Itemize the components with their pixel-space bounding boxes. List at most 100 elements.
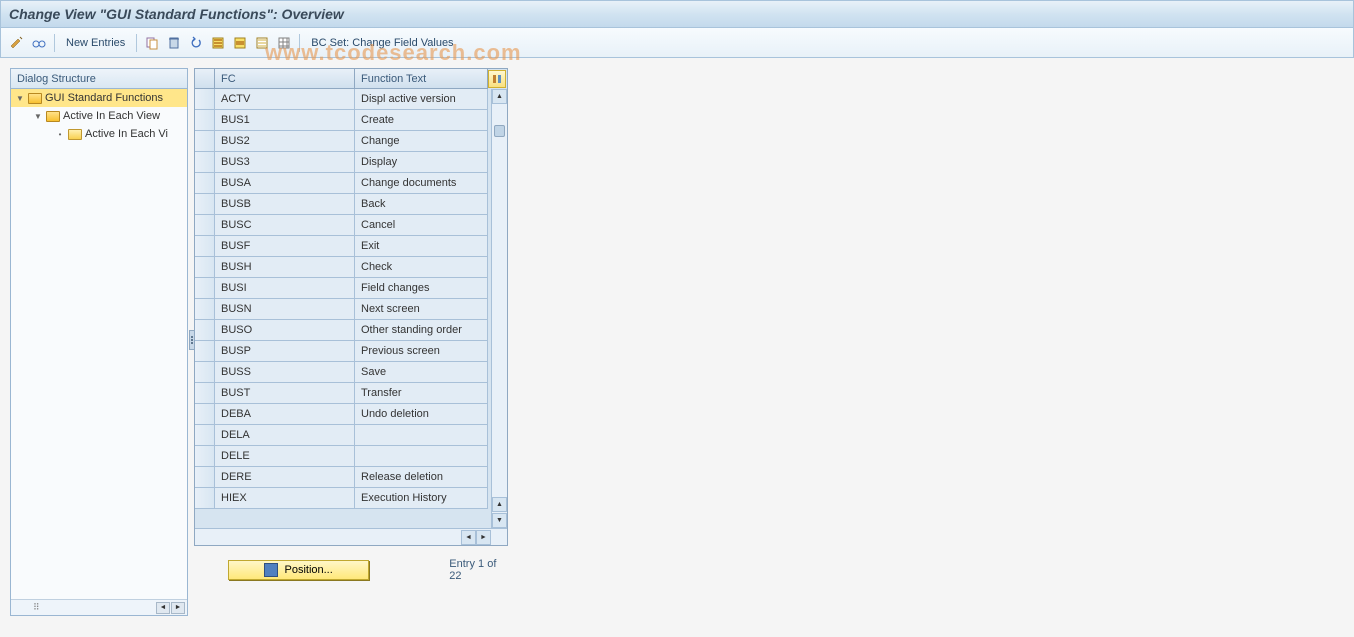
cell-fc[interactable]: BUSI <box>215 278 355 299</box>
cell-fc[interactable]: BUS1 <box>215 110 355 131</box>
row-selector[interactable] <box>195 236 215 257</box>
undo-button[interactable] <box>186 33 206 53</box>
cell-function-text[interactable]: Create <box>355 110 488 131</box>
tree-horizontal-scrollbar[interactable]: ⠿ ◄ ► <box>11 599 187 615</box>
table-horizontal-scrollbar[interactable]: ◄ ► <box>195 528 507 545</box>
row-selector[interactable] <box>195 257 215 278</box>
row-selector[interactable] <box>195 299 215 320</box>
row-selector[interactable] <box>195 194 215 215</box>
cell-function-text[interactable] <box>355 446 488 467</box>
bcset-button[interactable]: BC Set: Change Field Values <box>305 33 459 53</box>
collapse-icon[interactable]: ▼ <box>33 112 43 121</box>
cell-function-text[interactable]: Check <box>355 257 488 278</box>
cell-fc[interactable]: BUSP <box>215 341 355 362</box>
tree-node[interactable]: ▼Active In Each View <box>11 107 187 125</box>
tree-node-label: Active In Each Vi <box>85 128 168 140</box>
cell-fc[interactable]: BUSA <box>215 173 355 194</box>
cell-fc[interactable]: BUSN <box>215 299 355 320</box>
row-selector[interactable] <box>195 131 215 152</box>
scroll-down-button[interactable]: ▼ <box>492 513 507 528</box>
cell-fc[interactable]: BUSF <box>215 236 355 257</box>
deselect-all-button[interactable] <box>252 33 272 53</box>
row-selector-header[interactable] <box>195 69 215 89</box>
cell-fc[interactable]: BUSO <box>215 320 355 341</box>
table-row: ACTVDispl active version <box>195 89 507 110</box>
scroll-up-button[interactable]: ▲ <box>492 89 507 104</box>
row-selector[interactable] <box>195 467 215 488</box>
row-selector[interactable] <box>195 152 215 173</box>
row-selector[interactable] <box>195 89 215 110</box>
toggle-display-change-button[interactable] <box>7 33 27 53</box>
collapse-icon[interactable]: ▼ <box>15 94 25 103</box>
row-selector[interactable] <box>195 488 215 509</box>
cell-function-text[interactable]: Back <box>355 194 488 215</box>
cell-fc[interactable]: BUSH <box>215 257 355 278</box>
row-selector[interactable] <box>195 404 215 425</box>
row-selector[interactable] <box>195 110 215 131</box>
cell-fc[interactable]: HIEX <box>215 488 355 509</box>
delete-button[interactable] <box>164 33 184 53</box>
row-selector[interactable] <box>195 320 215 341</box>
cell-fc[interactable]: BUST <box>215 383 355 404</box>
row-selector[interactable] <box>195 383 215 404</box>
cell-function-text[interactable] <box>355 425 488 446</box>
row-selector[interactable] <box>195 425 215 446</box>
cell-function-text[interactable]: Previous screen <box>355 341 488 362</box>
cell-fc[interactable]: BUSS <box>215 362 355 383</box>
tree-node[interactable]: ▼GUI Standard Functions <box>11 89 187 107</box>
select-all-button[interactable] <box>208 33 228 53</box>
scrollbar-thumb[interactable] <box>494 125 505 137</box>
cell-function-text[interactable]: Transfer <box>355 383 488 404</box>
row-selector[interactable] <box>195 362 215 383</box>
table-vertical-scrollbar[interactable]: ▲ ▲ ▼ <box>491 89 507 528</box>
folder-open-icon <box>46 111 60 122</box>
copy-icon <box>145 36 159 50</box>
column-header-function-text[interactable]: Function Text <box>355 69 488 89</box>
cell-function-text[interactable]: Next screen <box>355 299 488 320</box>
row-selector[interactable] <box>195 446 215 467</box>
cell-fc[interactable]: DELA <box>215 425 355 446</box>
cell-function-text[interactable]: Change <box>355 131 488 152</box>
cell-fc[interactable]: DERE <box>215 467 355 488</box>
scroll-left-button[interactable]: ◄ <box>461 530 476 545</box>
scroll-page-up-button[interactable]: ▲ <box>492 497 507 512</box>
row-selector[interactable] <box>195 278 215 299</box>
cell-function-text[interactable]: Displ active version <box>355 89 488 110</box>
cell-function-text[interactable]: Save <box>355 362 488 383</box>
cell-function-text[interactable]: Cancel <box>355 215 488 236</box>
cell-fc[interactable]: BUSB <box>215 194 355 215</box>
table-footer: Position... Entry 1 of 22 <box>194 558 508 582</box>
select-block-button[interactable] <box>230 33 250 53</box>
row-selector[interactable] <box>195 341 215 362</box>
cell-fc[interactable]: BUS3 <box>215 152 355 173</box>
new-entries-button[interactable]: New Entries <box>60 33 131 53</box>
pencil-glasses-icon <box>10 36 24 50</box>
expand-icon[interactable]: • <box>55 130 65 139</box>
delete-icon <box>167 36 181 50</box>
cell-function-text[interactable]: Execution History <box>355 488 488 509</box>
scroll-right-button[interactable]: ► <box>171 602 185 614</box>
row-selector[interactable] <box>195 215 215 236</box>
column-header-fc[interactable]: FC <box>215 69 355 89</box>
scroll-right-button[interactable]: ► <box>476 530 491 545</box>
table-config-button[interactable] <box>488 70 506 88</box>
cell-fc[interactable]: BUSC <box>215 215 355 236</box>
cell-function-text[interactable]: Field changes <box>355 278 488 299</box>
cell-function-text[interactable]: Change documents <box>355 173 488 194</box>
position-button[interactable]: Position... <box>228 560 369 580</box>
cell-function-text[interactable]: Undo deletion <box>355 404 488 425</box>
cell-fc[interactable]: DEBA <box>215 404 355 425</box>
cell-function-text[interactable]: Release deletion <box>355 467 488 488</box>
table-settings-button[interactable] <box>274 33 294 53</box>
cell-function-text[interactable]: Other standing order <box>355 320 488 341</box>
row-selector[interactable] <box>195 173 215 194</box>
cell-function-text[interactable]: Display <box>355 152 488 173</box>
other-view-button[interactable] <box>29 33 49 53</box>
tree-node[interactable]: • Active In Each Vi <box>11 125 187 143</box>
cell-fc[interactable]: ACTV <box>215 89 355 110</box>
cell-fc[interactable]: DELE <box>215 446 355 467</box>
cell-function-text[interactable]: Exit <box>355 236 488 257</box>
scroll-left-button[interactable]: ◄ <box>156 602 170 614</box>
cell-fc[interactable]: BUS2 <box>215 131 355 152</box>
copy-as-button[interactable] <box>142 33 162 53</box>
